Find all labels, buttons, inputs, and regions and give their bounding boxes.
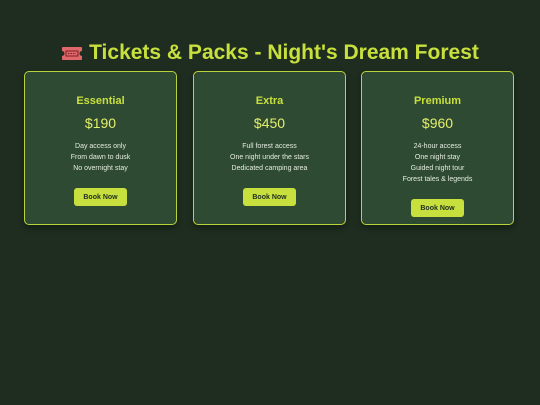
book-now-button-premium[interactable]: Book Now bbox=[411, 199, 464, 217]
plan-name: Premium bbox=[413, 95, 462, 107]
feature-list: Day access only From dawn to dusk No ove… bbox=[25, 141, 176, 174]
feature-item: Dedicated camping area bbox=[231, 165, 308, 172]
plan-card-extra: Extra $450 Full forest access One night … bbox=[193, 71, 346, 225]
plan-name: Essential bbox=[76, 95, 125, 107]
ticket-icon bbox=[61, 42, 83, 68]
plan-price: $450 bbox=[253, 115, 286, 131]
plan-price: $190 bbox=[84, 115, 117, 131]
book-now-button-extra[interactable]: Book Now bbox=[243, 188, 296, 206]
feature-item: One night stay bbox=[414, 154, 461, 161]
feature-item: From dawn to dusk bbox=[70, 154, 131, 161]
page-title-text: Tickets & Packs - Night's Dream Forest bbox=[89, 41, 479, 65]
feature-item: Day access only bbox=[75, 143, 126, 150]
feature-item: Forest tales & legends bbox=[402, 176, 473, 183]
plan-card-premium: Premium $960 24-hour access One night st… bbox=[361, 71, 514, 225]
page-title: Tickets & Packs - Night's Dream Forest bbox=[0, 40, 540, 68]
feature-list: Full forest access One night under the s… bbox=[194, 141, 345, 174]
feature-item: Full forest access bbox=[242, 143, 297, 150]
feature-item: 24-hour access bbox=[413, 143, 462, 150]
feature-item: One night under the stars bbox=[230, 154, 309, 161]
feature-item: Guided night tour bbox=[410, 165, 465, 172]
feature-item: No overnight stay bbox=[73, 165, 128, 172]
plan-card-essential: Essential $190 Day access only From dawn… bbox=[24, 71, 177, 225]
book-now-button-essential[interactable]: Book Now bbox=[74, 188, 127, 206]
plan-name: Extra bbox=[255, 95, 284, 107]
feature-list: 24-hour access One night stay Guided nig… bbox=[362, 141, 513, 185]
plan-price: $960 bbox=[421, 115, 454, 131]
